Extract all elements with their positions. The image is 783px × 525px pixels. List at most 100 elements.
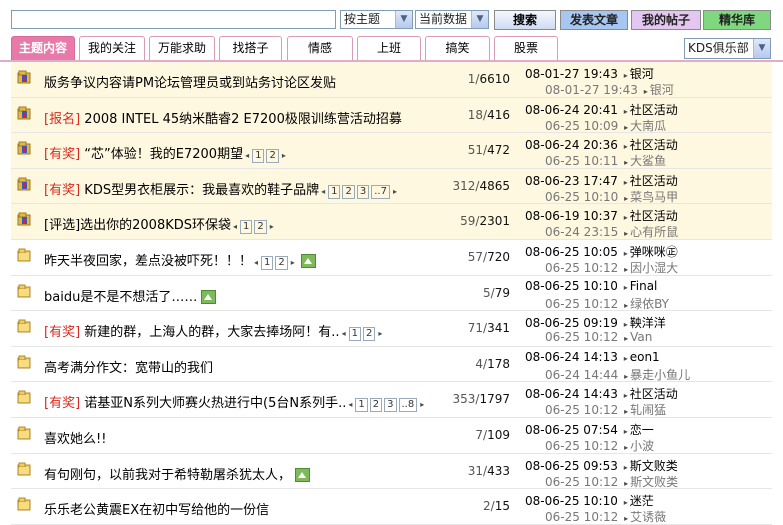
- page-link[interactable]: ..8: [398, 398, 418, 413]
- table-row[interactable]: 喜欢她么!! 7/109 08-06-25 07:54 ▸ 恋一 06-25 10:12…: [11, 418, 772, 454]
- author-link[interactable]: 鞅洋洋: [630, 316, 666, 330]
- folder-icon: [17, 319, 32, 333]
- table-row[interactable]: [有奖] 诺基亚N系列大师赛火热进行中(5台N系列手.. ◂ 1 2 3 ..8 ▸ 353/…: [11, 382, 772, 418]
- arrow-icon: ◂: [233, 222, 238, 232]
- last-reply-user-link[interactable]: 大南瓜: [630, 119, 666, 133]
- table-row[interactable]: [报名] 2008 INTEL 45纳米酷睿2 E7200极限训练营活动招募 18…: [11, 97, 772, 134]
- tab-work[interactable]: 上班: [357, 36, 421, 60]
- last-reply-user-link[interactable]: 银河: [650, 83, 674, 97]
- author-link[interactable]: 社区活动: [630, 103, 678, 117]
- table-row[interactable]: [有奖] KDS型男衣柜展示：我最喜欢的鞋子品牌 ◂ 1 2 3 ..7 ▸ 312/4865…: [11, 168, 772, 205]
- my-posts-button[interactable]: 我的帖子: [631, 10, 701, 30]
- essence-library-button[interactable]: 精华库: [703, 10, 771, 30]
- page-link[interactable]: 3: [356, 184, 370, 199]
- page-link[interactable]: 2: [254, 220, 267, 235]
- topic-title-link[interactable]: [有奖] 诺基亚N系列大师赛火热进行中(5台N系列手.. ◂ 1 2 3 ..8 ▸: [44, 392, 426, 413]
- arrow-right-icon: ▸: [623, 391, 628, 401]
- table-row[interactable]: [有奖] “芯”体验！我的E7200期望 ◂ 1 2 ▸ 51/472 08-06-24 2…: [11, 133, 772, 169]
- topic-title-link[interactable]: 昨天半夜回家，差点没被吓死！！！ ◂ 1 2 ▸: [44, 250, 316, 270]
- post-time: 08-06-24 14:13: [525, 349, 618, 364]
- reply-count: 5: [483, 285, 491, 300]
- page-link[interactable]: 2: [342, 184, 355, 199]
- page-link[interactable]: 2: [266, 149, 279, 164]
- topic-title-link[interactable]: [有奖] 新建的群，上海人的群，大家去捧场阿！有.. ◂ 1 2 ▸: [44, 321, 384, 342]
- page-link[interactable]: 1: [328, 184, 341, 199]
- topic-tag: [报名]: [44, 111, 81, 127]
- table-row[interactable]: 版务争议内容请PM论坛管理员或到站务讨论区发贴 1/6610 08-01-27 19…: [11, 62, 772, 98]
- last-reply-user-link[interactable]: 小波: [630, 439, 654, 453]
- author-link[interactable]: 迷茫: [630, 494, 654, 508]
- topic-title-link[interactable]: 版务争议内容请PM论坛管理员或到站务讨论区发贴: [44, 72, 336, 91]
- page-link[interactable]: 2: [369, 398, 383, 413]
- table-row[interactable]: [有奖] 新建的群，上海人的群，大家去捧场阿！有.. ◂ 1 2 ▸ 71/341 08-0…: [11, 311, 772, 347]
- topic-title-link[interactable]: [有奖] KDS型男衣柜展示：我最喜欢的鞋子品牌 ◂ 1 2 3 ..7 ▸: [44, 179, 399, 199]
- tab-find-partner[interactable]: 找搭子: [219, 36, 282, 60]
- post-meta: 08-06-23 17:47 ▸ 社区活动: [525, 172, 678, 189]
- table-row[interactable]: baidu是不是不想活了…… 5/79 08-06-25 10:10 ▸ Final 0…: [11, 276, 772, 312]
- table-row[interactable]: 乐乐老公黄震EX在初中写给他的一份信 2/15 08-06-25 10:10 ▸ 迷茫…: [11, 489, 772, 525]
- topic-title-link[interactable]: [报名] 2008 INTEL 45纳米酷睿2 E7200极限训练营活动招募: [44, 108, 402, 127]
- data-scope-select[interactable]: 当前数据 ▼: [415, 10, 489, 29]
- last-reply-user-link[interactable]: 斯文败类: [630, 475, 678, 489]
- page-link[interactable]: 2: [275, 255, 288, 270]
- page-link[interactable]: 1: [261, 255, 274, 270]
- page-link[interactable]: 1: [348, 327, 361, 342]
- page-link[interactable]: 1: [240, 220, 253, 235]
- last-reply-user-link[interactable]: 暴走小鱼儿: [630, 368, 690, 382]
- topic-title-link[interactable]: 高考满分作文：宽带山的我们: [44, 357, 213, 376]
- arrow-right-icon: ▸: [623, 498, 628, 508]
- tab-stocks[interactable]: 股票: [494, 36, 558, 60]
- author-link[interactable]: 社区活动: [630, 387, 678, 401]
- last-reply-user-link[interactable]: 绿依BY: [630, 297, 669, 311]
- page-link[interactable]: 1: [355, 398, 368, 413]
- tab-funny[interactable]: 搞笑: [425, 36, 490, 60]
- tab-my-follows[interactable]: 我的关注: [79, 36, 145, 60]
- last-reply-meta: 06-25 10:09 ▸ 大南瓜: [545, 117, 666, 134]
- last-reply-user-link[interactable]: Van: [630, 330, 652, 344]
- topic-title-link[interactable]: 有句刚句，以前我对于希特勒屠杀犹太人，: [44, 464, 311, 483]
- last-reply-meta: 08-01-27 19:43 ▸ 银河: [545, 81, 674, 98]
- author-link[interactable]: 恋一: [630, 423, 654, 437]
- table-row[interactable]: 高考满分作文：宽带山的我们 4/178 08-06-24 14:13 ▸ eon1 06…: [11, 347, 772, 383]
- author-link[interactable]: 弹咪咪㊣: [630, 245, 678, 259]
- author-link[interactable]: Final: [630, 279, 658, 293]
- page-link[interactable]: 3: [384, 398, 397, 413]
- post-time: 08-06-25 10:10: [525, 278, 618, 293]
- club-select[interactable]: KDS俱乐部 ▼: [684, 38, 771, 59]
- last-reply-user-link[interactable]: 大鲨鱼: [630, 154, 666, 168]
- page-link[interactable]: ..7: [371, 184, 390, 199]
- topic-select-value: 按主题: [344, 12, 381, 26]
- page-link[interactable]: 1: [252, 149, 265, 164]
- topic-select[interactable]: 按主题 ▼: [340, 10, 413, 29]
- author-link[interactable]: 社区活动: [630, 138, 678, 152]
- author-link[interactable]: 银河: [630, 67, 654, 81]
- arrow-icon: ▸: [281, 151, 286, 161]
- last-reply-user-link[interactable]: 菜鸟马甲: [630, 190, 678, 204]
- table-row[interactable]: 昨天半夜回家，差点没被吓死！！！ ◂ 1 2 ▸ 57/720 08-06-25 10:05…: [11, 240, 772, 276]
- topic-title-link[interactable]: [评选]选出你的2008KDS环保袋 ◂ 1 2 ▸: [44, 214, 276, 235]
- author-link[interactable]: 社区活动: [630, 174, 678, 188]
- tab-topic-content[interactable]: 主题内容: [11, 36, 75, 60]
- post-time: 08-06-19 10:37: [525, 209, 618, 224]
- author-link[interactable]: 社区活动: [630, 209, 678, 223]
- topic-title-link[interactable]: 喜欢她么!!: [44, 428, 106, 447]
- post-article-button[interactable]: 发表文章: [560, 10, 628, 30]
- last-reply-user-link[interactable]: 心有所鼠: [630, 225, 678, 239]
- topic-title-link[interactable]: baidu是不是不想活了……: [44, 286, 217, 305]
- last-reply-user-link[interactable]: 轧闹猛: [630, 403, 666, 417]
- last-reply-user-link[interactable]: 艾诱薇: [630, 510, 666, 524]
- tab-help[interactable]: 万能求助: [149, 36, 215, 60]
- page-link[interactable]: 2: [362, 327, 376, 342]
- category-tabs: 主题内容 我的关注 万能求助 找搭子 情感 上班 搞笑 股票: [0, 36, 783, 62]
- last-reply-user-link[interactable]: 因小湿大: [630, 261, 678, 275]
- search-button[interactable]: 搜索: [494, 10, 556, 30]
- chevron-down-icon: ▼: [753, 39, 770, 58]
- author-link[interactable]: 斯文败类: [630, 459, 678, 473]
- table-row[interactable]: [评选]选出你的2008KDS环保袋 ◂ 1 2 ▸ 59/2301 08-06-19 10…: [11, 204, 772, 240]
- topic-title-link[interactable]: 乐乐老公黄震EX在初中写给他的一份信: [44, 499, 269, 518]
- topic-title-link[interactable]: [有奖] “芯”体验！我的E7200期望 ◂ 1 2 ▸: [44, 143, 288, 164]
- table-row[interactable]: 有句刚句，以前我对于希特勒屠杀犹太人， 31/433 08-06-25 09:53 …: [11, 454, 772, 490]
- tab-emotion[interactable]: 情感: [287, 36, 353, 60]
- search-input[interactable]: [11, 10, 336, 29]
- author-link[interactable]: eon1: [630, 350, 660, 364]
